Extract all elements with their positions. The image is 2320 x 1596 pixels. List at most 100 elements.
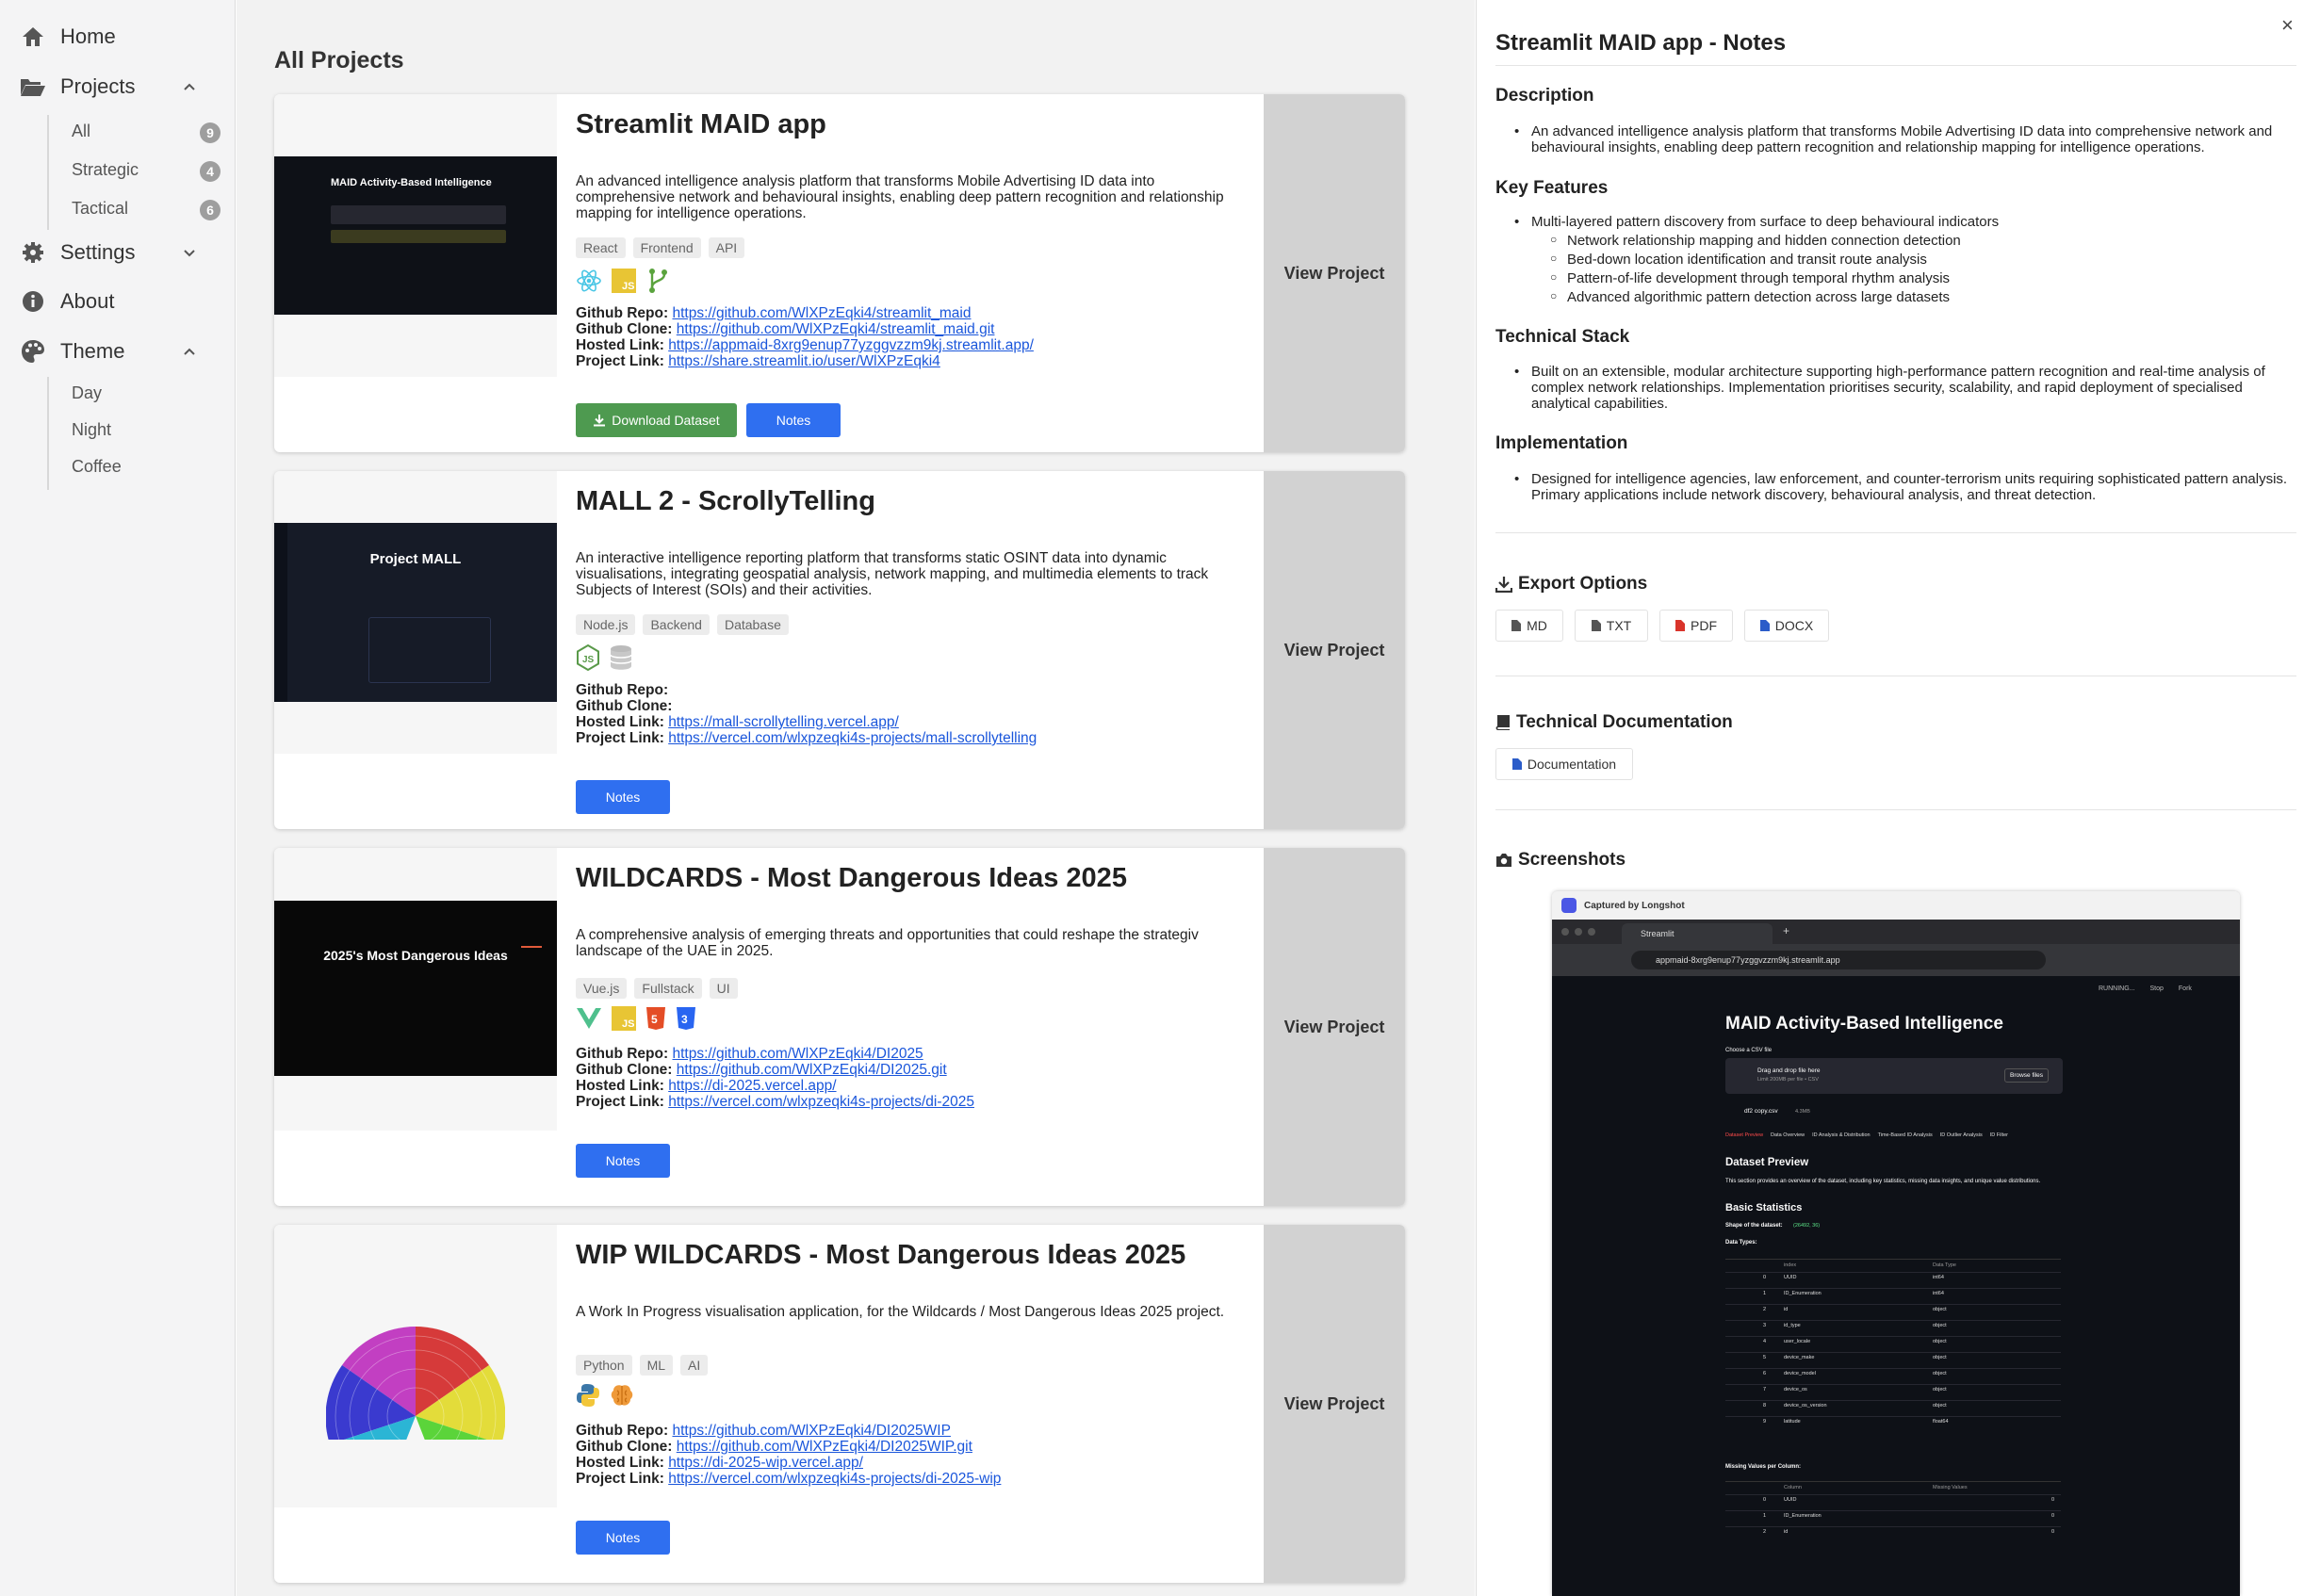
theme-night[interactable]: Night xyxy=(72,420,111,440)
notes-button[interactable]: Notes xyxy=(576,780,670,814)
svg-text:3: 3 xyxy=(681,1013,688,1026)
table-cell: object xyxy=(1933,1307,1947,1312)
project-card: 2025's Most Dangerous Ideas WILDCARDS - … xyxy=(274,848,1405,1206)
view-project-button[interactable]: View Project xyxy=(1264,471,1405,829)
table-row xyxy=(1725,1416,2061,1417)
nav-about[interactable]: About xyxy=(19,287,115,316)
thumbnail-summary xyxy=(368,617,491,683)
link-label: Github Clone: xyxy=(576,1062,673,1078)
app-title: MAID Activity-Based Intelligence xyxy=(1725,1014,2003,1034)
hosted-link[interactable]: https://appmaid-8xrg9enup77yzggvzzm9kj.s… xyxy=(668,337,1034,353)
download-dataset-button[interactable]: Download Dataset xyxy=(576,403,737,437)
project-link[interactable]: https://share.streamlit.io/user/WlXPzEqk… xyxy=(668,353,940,369)
hosted-link[interactable]: https://di-2025-wip.vercel.app/ xyxy=(668,1455,863,1471)
section-heading: Key Features xyxy=(1495,178,1609,198)
list-subitem: Network relationship mapping and hidden … xyxy=(1514,232,2296,249)
thumbnail-image: MAID Activity-Based Intelligence xyxy=(274,156,557,315)
tag: Vue.js xyxy=(576,978,628,999)
thumbnail-uploader xyxy=(331,205,506,224)
export-pdf-button[interactable]: PDF xyxy=(1659,610,1733,642)
app-dtypes-table: index Data Type 0 UUID int64 1 ID_Enumeratio… xyxy=(1725,1259,2061,1447)
view-project-button[interactable]: View Project xyxy=(1264,94,1405,452)
notes-panel: Streamlit MAID app - Notes × Description… xyxy=(1476,0,2320,1596)
table-cell: object xyxy=(1933,1355,1947,1360)
features-list: Multi-layered pattern discovery from sur… xyxy=(1514,214,2296,305)
nav-projects[interactable]: Projects xyxy=(19,73,135,101)
github-repo-link[interactable]: https://github.com/WlXPzEqki4/streamlit_… xyxy=(672,305,971,321)
list-subitem: Pattern-of-life development through temp… xyxy=(1514,269,2296,286)
export-md-button[interactable]: MD xyxy=(1495,610,1563,642)
notes-button[interactable]: Notes xyxy=(576,1521,670,1555)
notes-button[interactable]: Notes xyxy=(746,403,841,437)
project-link[interactable]: https://vercel.com/wlxpzeqki4s-projects/… xyxy=(668,1094,974,1110)
filter-all[interactable]: All xyxy=(72,122,90,141)
notes-button[interactable]: Notes xyxy=(576,1144,670,1178)
nav-home-label: Home xyxy=(60,24,116,48)
app-fork: Fork xyxy=(2178,985,2192,992)
chevron-up-icon[interactable] xyxy=(179,76,200,97)
count-badge: 9 xyxy=(200,122,221,143)
table-cell: id xyxy=(1784,1529,1789,1535)
screenshot-image: Captured by Longshot Streamlit + appmaid… xyxy=(1552,891,2240,1596)
theme-coffee[interactable]: Coffee xyxy=(72,457,122,477)
streamlit-app-preview: RUNNING... Stop Fork MAID Activity-Based… xyxy=(1552,976,2240,1596)
thumbnail-title: MAID Activity-Based Intelligence xyxy=(331,177,492,188)
export-docx-button[interactable]: DOCX xyxy=(1744,610,1829,642)
link-label: Hosted Link: xyxy=(576,1078,664,1094)
window-dot-icon xyxy=(1561,928,1569,936)
project-card: WIP WILDCARDS - Most Dangerous Ideas 202… xyxy=(274,1225,1405,1583)
project-links: Github Repo: https://github.com/WlXPzEqk… xyxy=(576,1423,1001,1487)
database-icon xyxy=(610,644,632,676)
project-thumbnail: MAID Activity-Based Intelligence xyxy=(274,94,557,377)
table-header: index xyxy=(1784,1262,1797,1268)
count-badge: 4 xyxy=(200,161,221,182)
list-subitem: Bed-down location identification and tra… xyxy=(1514,251,2296,268)
submenu-guide xyxy=(47,115,49,230)
hosted-link[interactable]: https://di-2025.vercel.app/ xyxy=(668,1078,836,1094)
thumbnail-accent xyxy=(521,946,542,948)
github-clone-link[interactable]: https://github.com/WlXPzEqki4/DI2025WIP.… xyxy=(677,1439,972,1455)
app-tab: Time-Based ID Analysis xyxy=(1877,1132,1933,1138)
documentation-button[interactable]: Documentation xyxy=(1495,748,1633,780)
documentation-label: Documentation xyxy=(1527,757,1617,772)
project-thumbnail xyxy=(274,1225,557,1507)
github-clone-link[interactable]: https://github.com/WlXPzEqki4/streamlit_… xyxy=(677,321,995,337)
filter-tactical[interactable]: Tactical xyxy=(72,199,128,219)
tag: Node.js xyxy=(576,614,636,635)
view-project-button[interactable]: View Project xyxy=(1264,1225,1405,1583)
nav-home[interactable]: Home xyxy=(19,23,116,51)
github-repo-link[interactable]: https://github.com/WlXPzEqki4/DI2025 xyxy=(672,1046,923,1062)
project-link[interactable]: https://vercel.com/wlxpzeqki4s-projects/… xyxy=(668,1471,1001,1487)
nav-theme[interactable]: Theme xyxy=(19,337,124,366)
theme-day[interactable]: Day xyxy=(72,383,102,403)
github-repo-link[interactable]: https://github.com/WlXPzEqki4/DI2025WIP xyxy=(672,1423,950,1439)
nav-settings[interactable]: Settings xyxy=(19,238,136,267)
hosted-link[interactable]: https://mall-scrollytelling.vercel.app/ xyxy=(668,714,899,730)
view-project-button[interactable]: View Project xyxy=(1264,848,1405,1206)
table-header: Missing Values xyxy=(1933,1485,1968,1490)
camera-icon xyxy=(1496,854,1511,867)
screenshots-heading-label: Screenshots xyxy=(1518,850,1626,870)
captured-by-label: Captured by Longshot xyxy=(1584,900,1685,911)
react-icon xyxy=(576,268,602,299)
project-description: An advanced intelligence analysis platfo… xyxy=(576,173,1224,221)
table-cell: float64 xyxy=(1933,1419,1949,1425)
export-txt-button[interactable]: TXT xyxy=(1575,610,1648,642)
notes-title: Streamlit MAID app - Notes xyxy=(1495,30,1787,56)
table-cell: 1 xyxy=(1763,1291,1767,1296)
github-clone-link[interactable]: https://github.com/WlXPzEqki4/DI2025.git xyxy=(677,1062,947,1078)
close-icon[interactable]: × xyxy=(2281,13,2294,38)
chevron-down-icon[interactable] xyxy=(179,243,200,264)
project-links: Github Repo: Github Clone: Hosted Link: … xyxy=(576,682,1037,746)
download-icon xyxy=(1495,577,1512,593)
chevron-up-icon[interactable] xyxy=(179,341,200,362)
table-cell: ID_Enumeration xyxy=(1784,1291,1822,1296)
project-link[interactable]: https://vercel.com/wlxpzeqki4s-projects/… xyxy=(668,730,1037,746)
table-row xyxy=(1725,1320,2061,1321)
table-cell: 0 xyxy=(2051,1529,2055,1535)
filter-strategic[interactable]: Strategic xyxy=(72,160,139,180)
palette-icon xyxy=(19,337,47,366)
link-label: Github Repo: xyxy=(576,1046,669,1062)
table-row xyxy=(1725,1288,2061,1289)
page-title: All Projects xyxy=(274,47,404,73)
